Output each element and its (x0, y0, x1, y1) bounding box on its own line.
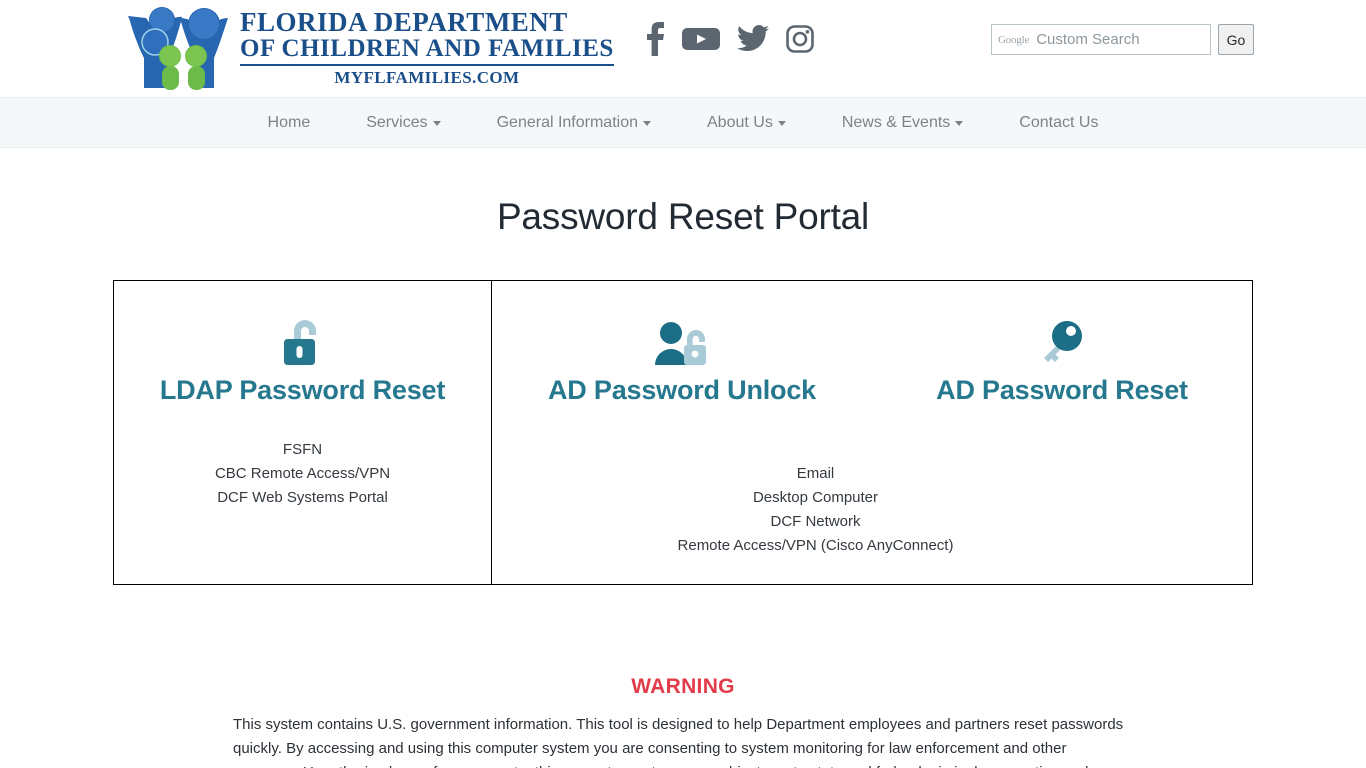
brand-line-3: MYFLFAMILIES.COM (334, 67, 520, 87)
brand-line-1: FLORIDA DEPARTMENT (240, 6, 568, 37)
user-with-open-padlock-icon (492, 307, 872, 367)
key-icon (872, 307, 1252, 367)
facebook-icon[interactable] (645, 22, 665, 56)
card-title-ldap[interactable]: LDAP Password Reset (114, 375, 491, 406)
page-title: Password Reset Portal (496, 196, 870, 237)
site-header: FLORIDA DEPARTMENT OF CHILDREN AND FAMIL… (0, 0, 1366, 97)
main-navigation: Home Services General Information About … (0, 97, 1366, 148)
instagram-icon[interactable] (786, 25, 814, 53)
warning-title: WARNING (631, 675, 735, 698)
dcf-family-logo-icon (128, 7, 228, 90)
brand-divider (240, 63, 614, 66)
search-field-wrapper[interactable]: Google (991, 24, 1211, 55)
nav-label: Contact Us (1019, 113, 1099, 131)
chevron-down-icon (643, 121, 651, 126)
list-item: FSFN (282, 441, 323, 458)
nav-item-about-us[interactable]: About Us (679, 114, 814, 132)
nav-label: About Us (707, 113, 773, 131)
brand-line-2: OF CHILDREN AND FAMILIES (240, 34, 614, 62)
brand-wordmark: FLORIDA DEPARTMENT OF CHILDREN AND FAMIL… (240, 6, 614, 88)
card-title-ad-unlock[interactable]: AD Password Unlock (492, 375, 872, 406)
open-padlock-icon (114, 307, 491, 367)
search-input[interactable] (1034, 30, 1204, 49)
list-item: DCF Web Systems Portal (217, 489, 388, 506)
nav-item-home[interactable]: Home (240, 114, 339, 132)
card-ldap-password-reset: LDAP Password Reset FSFN CBC Remote Acce… (114, 307, 491, 510)
nav-label: Services (366, 113, 428, 131)
google-label: Google (998, 33, 1030, 46)
nav-item-contact-us[interactable]: Contact Us (991, 114, 1126, 132)
chevron-down-icon (432, 121, 441, 126)
nav-label: General Information (496, 113, 638, 131)
ldap-panel: LDAP Password Reset FSFN CBC Remote Acce… (114, 281, 492, 584)
chevron-down-icon (777, 121, 786, 126)
nav-item-news-events[interactable]: News & Events (814, 114, 991, 132)
twitter-icon[interactable] (737, 25, 769, 53)
nav-label: News & Events (841, 113, 951, 131)
nav-label: Home (267, 113, 311, 131)
nav-item-services[interactable]: Services (338, 114, 468, 132)
warning-paragraph: This system contains U.S. government inf… (233, 716, 1124, 768)
site-logo[interactable]: FLORIDA DEPARTMENT OF CHILDREN AND FAMIL… (122, 4, 614, 92)
card-title-ad-reset[interactable]: AD Password Reset (872, 375, 1252, 406)
search-go-button[interactable]: Go (1218, 24, 1254, 55)
list-item: CBC Remote Access/VPN (214, 465, 391, 482)
nav-item-general-information[interactable]: General Information (469, 114, 679, 132)
chevron-down-icon (955, 121, 964, 126)
ldap-systems-list: FSFN CBC Remote Access/VPN DCF Web Syste… (114, 438, 491, 510)
social-links (645, 22, 814, 56)
warning-section: WARNING This system contains U.S. govern… (233, 675, 1133, 768)
youtube-icon[interactable] (682, 25, 720, 53)
site-search: Google Go (991, 24, 1254, 55)
